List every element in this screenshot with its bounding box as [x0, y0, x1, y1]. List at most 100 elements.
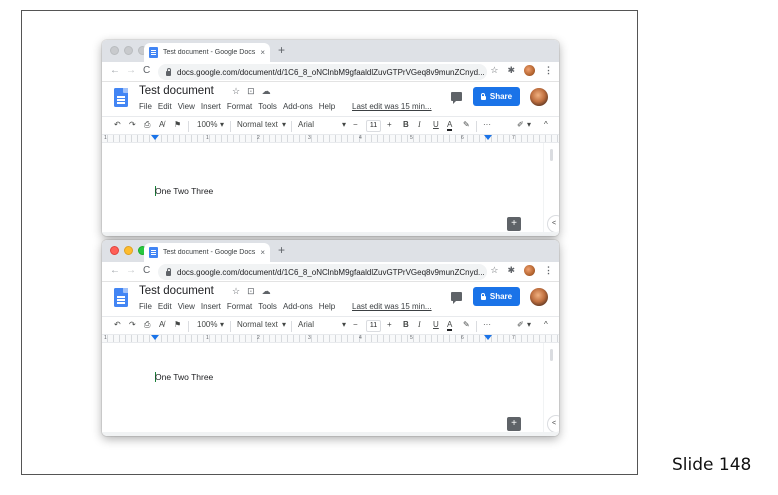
style-select[interactable]: Normal text [237, 120, 278, 129]
italic-button[interactable]: I [418, 120, 421, 129]
minimize-window-button[interactable] [124, 46, 133, 55]
font-size-increase-button[interactable]: + [387, 320, 392, 329]
font-select[interactable]: Arial [298, 120, 314, 129]
minimize-window-button[interactable] [124, 246, 133, 255]
right-indent-marker[interactable] [484, 135, 492, 140]
undo-icon[interactable]: ↶ [114, 120, 121, 129]
back-button[interactable]: ← [110, 265, 120, 276]
style-dropdown-icon[interactable]: ▾ [282, 320, 286, 329]
bold-button[interactable]: B [403, 320, 409, 329]
comment-history-icon[interactable] [451, 292, 462, 304]
style-dropdown-icon[interactable]: ▾ [282, 120, 286, 129]
font-dropdown-icon[interactable]: ▾ [342, 320, 346, 329]
zoom-dropdown-icon[interactable]: ▾ [220, 120, 224, 129]
more-options-icon[interactable]: ··· [483, 120, 491, 129]
collapse-menus-icon[interactable]: ^ [544, 320, 548, 329]
close-window-button[interactable] [110, 46, 119, 55]
menu-file[interactable]: File [139, 302, 152, 311]
left-indent-marker[interactable] [151, 135, 159, 140]
docs-logo-icon[interactable] [114, 88, 128, 107]
spellcheck-icon[interactable]: A̸ [159, 320, 164, 329]
explore-button[interactable]: + [507, 217, 521, 231]
undo-icon[interactable]: ↶ [114, 320, 121, 329]
extensions-icon[interactable]: ✱ [507, 265, 515, 276]
reload-button[interactable]: C [143, 265, 150, 276]
close-window-button[interactable] [110, 246, 119, 255]
editing-mode-dropdown-icon[interactable]: ▾ [527, 320, 531, 329]
new-tab-button[interactable]: + [278, 243, 285, 257]
scroll-thumb[interactable] [550, 149, 553, 161]
move-folder-icon[interactable]: ⊡ [247, 86, 255, 97]
document-body-text[interactable]: One Two Three [155, 372, 213, 382]
bookmark-star-icon[interactable]: ☆ [490, 65, 498, 76]
italic-button[interactable]: I [418, 320, 421, 329]
menu-tools[interactable]: Tools [258, 302, 277, 311]
zoom-select[interactable]: 100% [197, 120, 217, 129]
star-icon[interactable]: ☆ [232, 286, 240, 297]
font-size-decrease-button[interactable]: − [353, 120, 358, 129]
left-indent-marker[interactable] [151, 335, 159, 340]
text-color-button[interactable]: A [447, 320, 453, 331]
collapse-menus-icon[interactable]: ^ [544, 120, 548, 129]
style-select[interactable]: Normal text [237, 320, 278, 329]
print-icon[interactable]: ⎙ [144, 320, 150, 330]
extensions-icon[interactable]: ✱ [507, 65, 515, 76]
menu-insert[interactable]: Insert [201, 102, 221, 111]
bold-button[interactable]: B [403, 120, 409, 129]
share-button[interactable]: Share [473, 287, 520, 306]
browser-menu-icon[interactable]: ⋮ [544, 265, 553, 276]
menu-addons[interactable]: Add-ons [283, 302, 313, 311]
highlight-color-icon[interactable]: ✎ [463, 120, 470, 129]
account-avatar[interactable] [530, 88, 548, 106]
side-panel-toggle[interactable]: < [547, 415, 559, 433]
url-field[interactable]: docs.google.com/document/d/1C6_8_oNClnbM… [158, 264, 487, 280]
zoom-dropdown-icon[interactable]: ▾ [220, 320, 224, 329]
tab-close-button[interactable]: × [260, 48, 265, 57]
tab-close-button[interactable]: × [260, 248, 265, 257]
bookmark-star-icon[interactable]: ☆ [490, 265, 498, 276]
new-tab-button[interactable]: + [278, 43, 285, 57]
document-canvas[interactable]: One Two Three + < [102, 143, 559, 236]
font-select[interactable]: Arial [298, 320, 314, 329]
browser-tab[interactable]: Test document - Google Docs × [144, 243, 270, 262]
redo-icon[interactable]: ↷ [129, 120, 136, 129]
profile-avatar[interactable] [524, 265, 535, 276]
print-icon[interactable]: ⎙ [144, 120, 150, 130]
horizontal-scrollbar[interactable] [102, 232, 559, 236]
font-size-increase-button[interactable]: + [387, 120, 392, 129]
reload-button[interactable]: C [143, 65, 150, 76]
comment-history-icon[interactable] [451, 92, 462, 104]
explore-button[interactable]: + [507, 417, 521, 431]
menu-insert[interactable]: Insert [201, 302, 221, 311]
move-folder-icon[interactable]: ⊡ [247, 286, 255, 297]
right-indent-marker[interactable] [484, 335, 492, 340]
menu-addons[interactable]: Add-ons [283, 102, 313, 111]
forward-button[interactable]: → [126, 265, 136, 276]
horizontal-scrollbar[interactable] [102, 432, 559, 436]
menu-format[interactable]: Format [227, 302, 252, 311]
back-button[interactable]: ← [110, 65, 120, 76]
docs-logo-icon[interactable] [114, 288, 128, 307]
font-size-decrease-button[interactable]: − [353, 320, 358, 329]
browser-tab[interactable]: Test document - Google Docs × [144, 43, 270, 62]
editing-mode-dropdown-icon[interactable]: ▾ [527, 120, 531, 129]
document-title[interactable]: Test document [139, 85, 214, 97]
font-size-input[interactable]: 11 [366, 120, 381, 132]
spellcheck-icon[interactable]: A̸ [159, 120, 164, 129]
side-panel-toggle[interactable]: < [547, 215, 559, 233]
menu-edit[interactable]: Edit [158, 302, 172, 311]
forward-button[interactable]: → [126, 65, 136, 76]
underline-button[interactable]: U [433, 120, 439, 129]
font-dropdown-icon[interactable]: ▾ [342, 120, 346, 129]
zoom-select[interactable]: 100% [197, 320, 217, 329]
browser-menu-icon[interactable]: ⋮ [544, 65, 553, 76]
profile-avatar[interactable] [524, 65, 535, 76]
share-button[interactable]: Share [473, 87, 520, 106]
document-canvas[interactable]: One Two Three + < [102, 343, 559, 436]
text-color-button[interactable]: A [447, 120, 453, 131]
last-edit-link[interactable]: Last edit was 15 min... [352, 102, 432, 111]
paint-format-icon[interactable]: ⚑ [174, 120, 181, 129]
last-edit-link[interactable]: Last edit was 15 min... [352, 302, 432, 311]
underline-button[interactable]: U [433, 320, 439, 329]
url-field[interactable]: docs.google.com/document/d/1C6_8_oNClnbM… [158, 64, 487, 80]
